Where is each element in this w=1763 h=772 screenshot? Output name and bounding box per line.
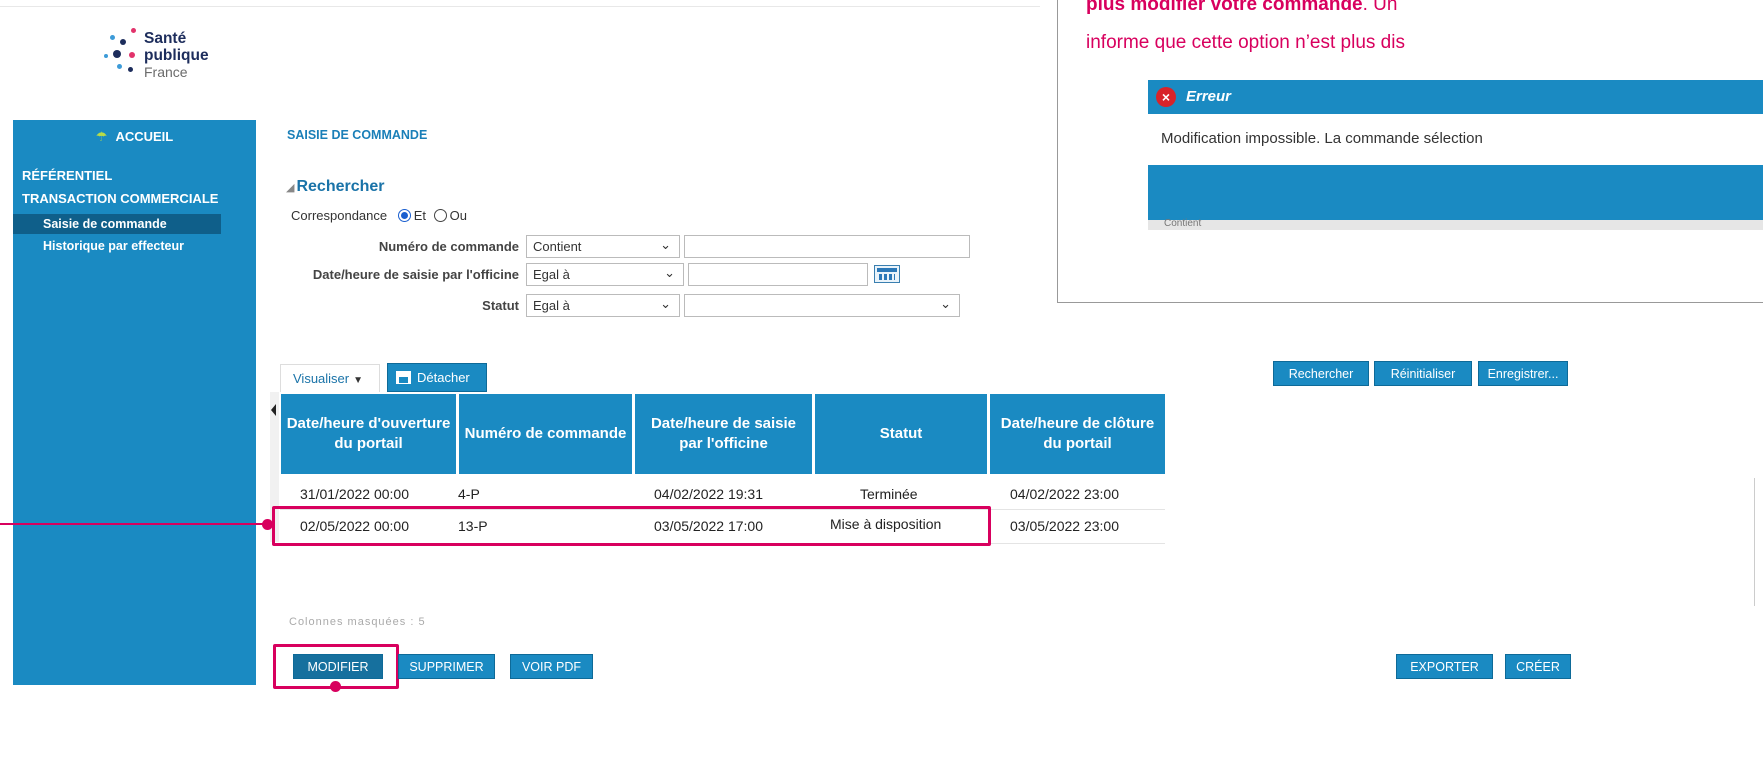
sidebar-item-saisie-de-commande[interactable]: Saisie de commande [13,214,221,234]
error-dialog-footer [1148,165,1763,220]
dialog-underlay: Contient [1148,218,1763,230]
underlay-text: Contient [1164,218,1202,229]
field-statut-value-select[interactable]: ⌄ [684,294,960,317]
field-numero-input[interactable] [684,235,970,258]
home-icon: ☂ [95,129,108,144]
match-label: Correspondance [291,208,388,223]
logo-dot [129,52,135,58]
right-scroll-edge [1754,478,1763,606]
field-statut-operator-value: Egal à [533,298,570,313]
radio-ou-label: Ou [449,208,468,223]
chevron-down-icon: ⌄ [660,237,671,252]
logo-line3: France [144,64,188,80]
scroll-left-icon[interactable] [271,404,276,416]
logo-dot [110,35,115,40]
callout-rest: . Un [1362,0,1398,15]
callout-text-line1: plus modifier votre commande. Un [1086,0,1397,17]
chevron-down-icon: ⌄ [940,296,951,311]
supprimer-button[interactable]: SUPPRIMER [398,654,495,679]
exporter-button[interactable]: EXPORTER [1396,654,1493,679]
logo-line2: publique [144,47,209,64]
column-header-statut[interactable]: Statut [815,394,987,474]
voir-pdf-button[interactable]: VOIR PDF [510,654,593,679]
sidebar-home-label: ACCUEIL [115,129,174,144]
field-date-saisie-operator[interactable]: Egal à ⌄ [526,263,684,286]
error-dialog-title: Erreur [1186,88,1232,105]
calendar-icon[interactable] [874,265,900,283]
logo-line1: Santé [144,30,187,47]
table-cell: 04/02/2022 23:00 [1010,486,1119,502]
table-cell: 03/05/2022 23:00 [1010,518,1119,534]
table-cell: 4-P [458,486,480,502]
search-section-label: Rechercher [296,178,385,195]
detacher-button[interactable]: Détacher [387,363,487,392]
field-numero-label: Numéro de commande [378,239,519,254]
annotation-pointer-dot [262,519,273,530]
detacher-label: Détacher [417,370,470,385]
logo-dot [131,28,136,33]
reinitialiser-button[interactable]: Réinitialiser [1374,361,1472,386]
column-header-saisie[interactable]: Date/heure de saisie par l'officine [635,394,812,474]
enregistrer-button[interactable]: Enregistrer... [1478,361,1568,386]
sante-publique-france-logo: Santé publique France [104,25,214,80]
chevron-down-icon: ⌄ [664,265,675,280]
radio-et-label: Et [413,208,427,223]
field-date-saisie-label: Date/heure de saisie par l'officine [312,267,519,282]
sidebar-item-historique-par-effecteur[interactable]: Historique par effecteur [13,239,184,253]
field-statut-operator[interactable]: Egal à ⌄ [526,294,680,317]
column-header-ouverture[interactable]: Date/heure d'ouverture du portail [281,394,456,474]
page-title: SAISIE DE COMMANDE [287,128,428,142]
visualiser-label: Visualiser [293,371,350,386]
annotation-pointer-dot [330,681,341,692]
callout-bold: plus modifier votre commande [1086,0,1363,15]
field-date-saisie-input[interactable] [688,263,868,286]
selected-row-highlight[interactable] [272,506,991,546]
caret-down-icon: ▼ [353,375,364,386]
logo-dot [104,54,108,58]
logo-dot [113,50,121,58]
column-header-numero[interactable]: Numéro de commande [459,394,632,474]
logo-text: Santé publique France [144,30,209,81]
field-numero-operator-value: Contient [533,239,582,254]
error-dialog-message: Modification impossible. La commande sél… [1148,114,1763,165]
search-section-title[interactable]: ◢ Rechercher [286,178,385,196]
visualiser-menu[interactable]: Visualiser ▼ [280,364,380,392]
detach-icon [396,371,411,384]
annotation-pointer-line [0,523,263,525]
collapse-triangle-icon: ◢ [286,182,295,194]
table-cell: Terminée [860,486,918,502]
creer-button[interactable]: CRÉER [1505,654,1571,679]
field-date-saisie-operator-value: Egal à [533,267,570,282]
table-cell: 04/02/2022 19:31 [654,486,763,502]
error-icon: × [1156,87,1176,107]
hidden-columns-text: Colonnes masquées : 5 [289,616,426,628]
radio-ou[interactable] [433,209,447,222]
radio-et[interactable] [397,209,411,222]
callout-text-line2: informe que cette option n’est plus dis [1086,32,1405,53]
field-statut-label: Statut [482,298,519,313]
table-cell: 31/01/2022 00:00 [300,486,409,502]
sidebar-item-referentiel[interactable]: RÉFÉRENTIEL [22,168,112,183]
column-header-cloture[interactable]: Date/heure de clôture du portail [990,394,1165,474]
logo-dot [128,67,133,72]
field-numero-operator[interactable]: Contient ⌄ [526,235,680,258]
logo-dot [117,64,122,69]
error-dialog-header: Erreur [1148,80,1763,114]
chevron-down-icon: ⌄ [660,296,671,311]
sidebar: ☂ ACCUEIL RÉFÉRENTIEL TRANSACTION COMMERC… [13,120,256,685]
logo-dot [120,39,126,45]
sidebar-item-transaction-commerciale[interactable]: TRANSACTION COMMERCIALE [22,191,218,206]
rechercher-button[interactable]: Rechercher [1273,361,1369,386]
match-row: Correspondance Et Ou [291,208,467,223]
sidebar-home[interactable]: ☂ ACCUEIL [13,129,256,145]
top-divider [0,6,1040,7]
